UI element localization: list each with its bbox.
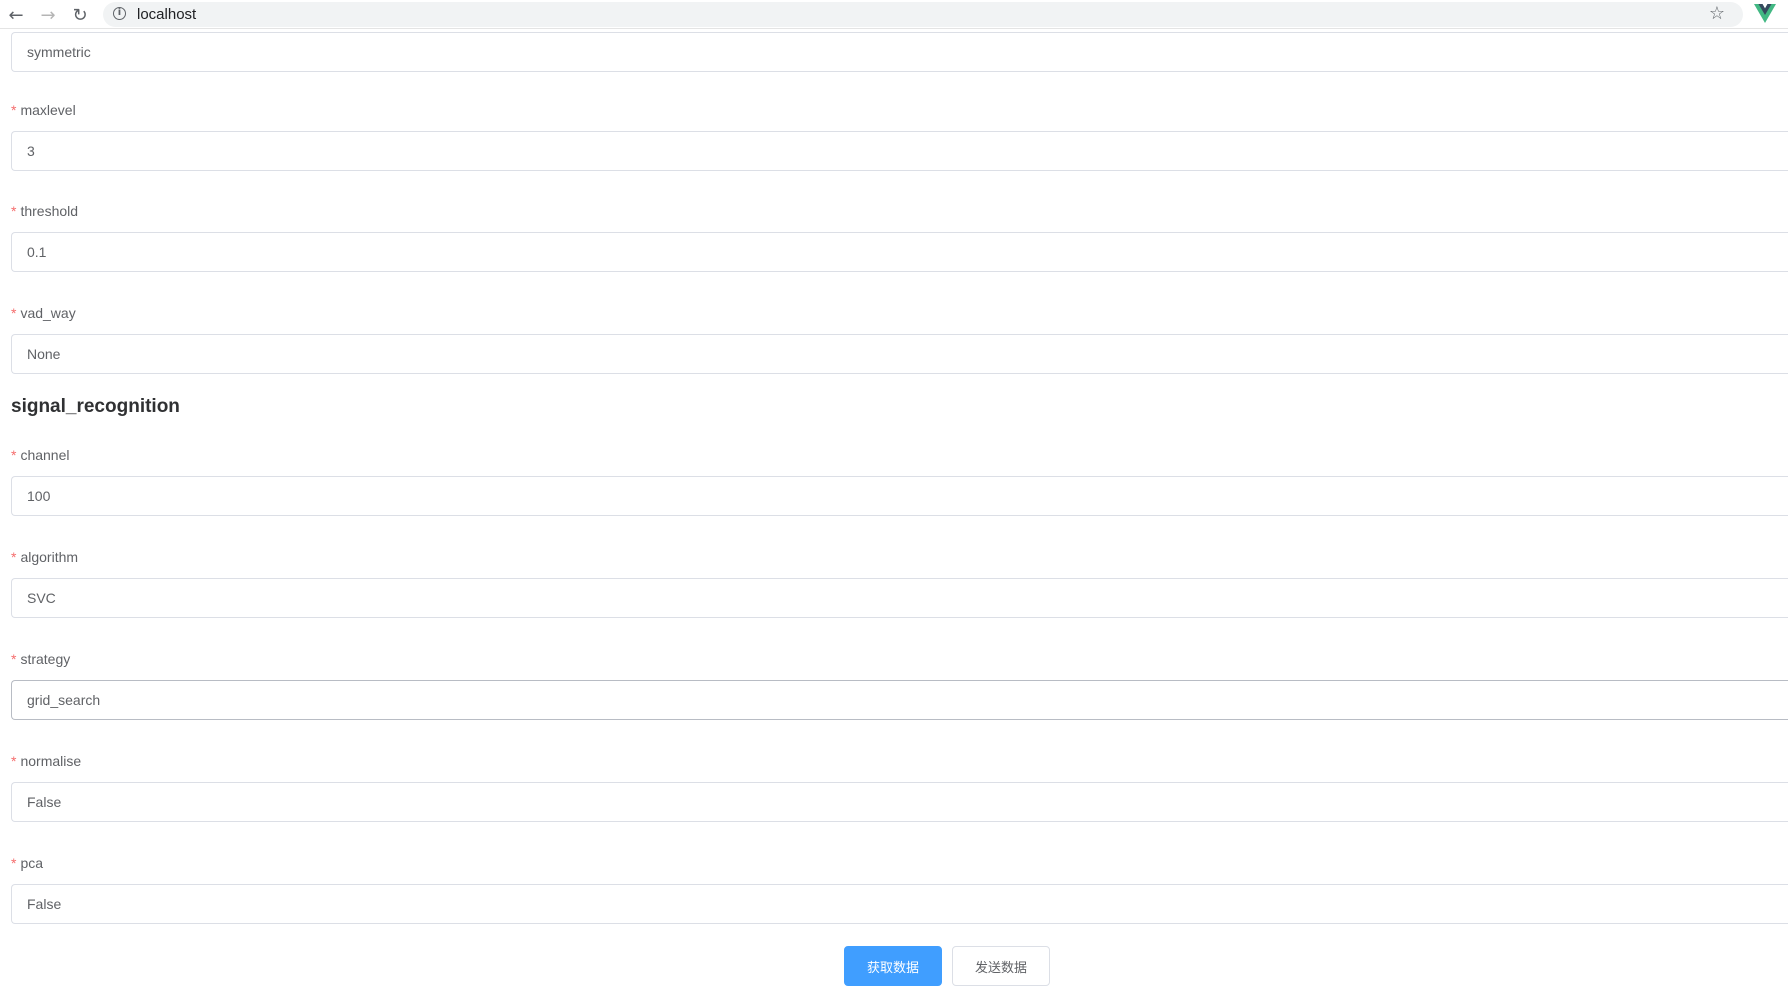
required-mark: * [11,753,17,769]
label-text: algorithm [20,549,79,565]
field-input-threshold[interactable] [11,232,1788,272]
required-mark: * [11,102,17,118]
send-data-button[interactable]: 发送数据 [952,946,1050,986]
field-label-algorithm: * algorithm [11,547,78,567]
field-label-pca: * pca [11,853,43,873]
label-text: maxlevel [20,102,76,118]
field-label-threshold: * threshold [11,201,78,221]
required-mark: * [11,447,17,463]
browser-toolbar: ← → ↻ i localhost ☆ [0,0,1788,29]
star-icon[interactable]: ☆ [1709,3,1725,24]
field-input-channel[interactable] [11,476,1788,516]
url-text[interactable]: localhost [137,6,196,23]
vue-devtools-icon[interactable] [1754,4,1776,24]
required-mark: * [11,203,17,219]
required-mark: * [11,305,17,321]
required-mark: * [11,651,17,667]
reload-icon[interactable]: ↻ [69,4,91,26]
forward-arrow-icon[interactable]: → [37,4,59,26]
label-text: vad_way [20,305,76,321]
required-mark: * [11,855,17,871]
label-text: normalise [20,753,82,769]
field-label-normalise: * normalise [11,751,81,771]
field-label-strategy: * strategy [11,649,70,669]
fetch-data-button[interactable]: 获取数据 [844,946,942,986]
section-title: signal_recognition [11,396,180,417]
field-label-vad-way: * vad_way [11,303,76,323]
field-input-normalise[interactable] [11,782,1788,822]
required-mark: * [11,549,17,565]
back-arrow-icon[interactable]: ← [5,4,27,26]
info-icon[interactable]: i [113,7,126,20]
label-text: threshold [20,203,79,219]
field-input-vad-way[interactable] [11,334,1788,374]
field-input-pca[interactable] [11,884,1788,924]
label-text: channel [20,447,70,463]
address-bar[interactable]: i localhost ☆ [103,2,1743,27]
field-label-maxlevel: * maxlevel [11,100,76,120]
label-text: pca [20,855,44,871]
label-text: strategy [20,651,71,667]
field-input-algorithm[interactable] [11,578,1788,618]
field-input-maxlevel[interactable] [11,131,1788,171]
field-input-strategy[interactable] [11,680,1788,720]
field-label-channel: * channel [11,445,70,465]
field-input-top-0[interactable] [11,32,1788,72]
